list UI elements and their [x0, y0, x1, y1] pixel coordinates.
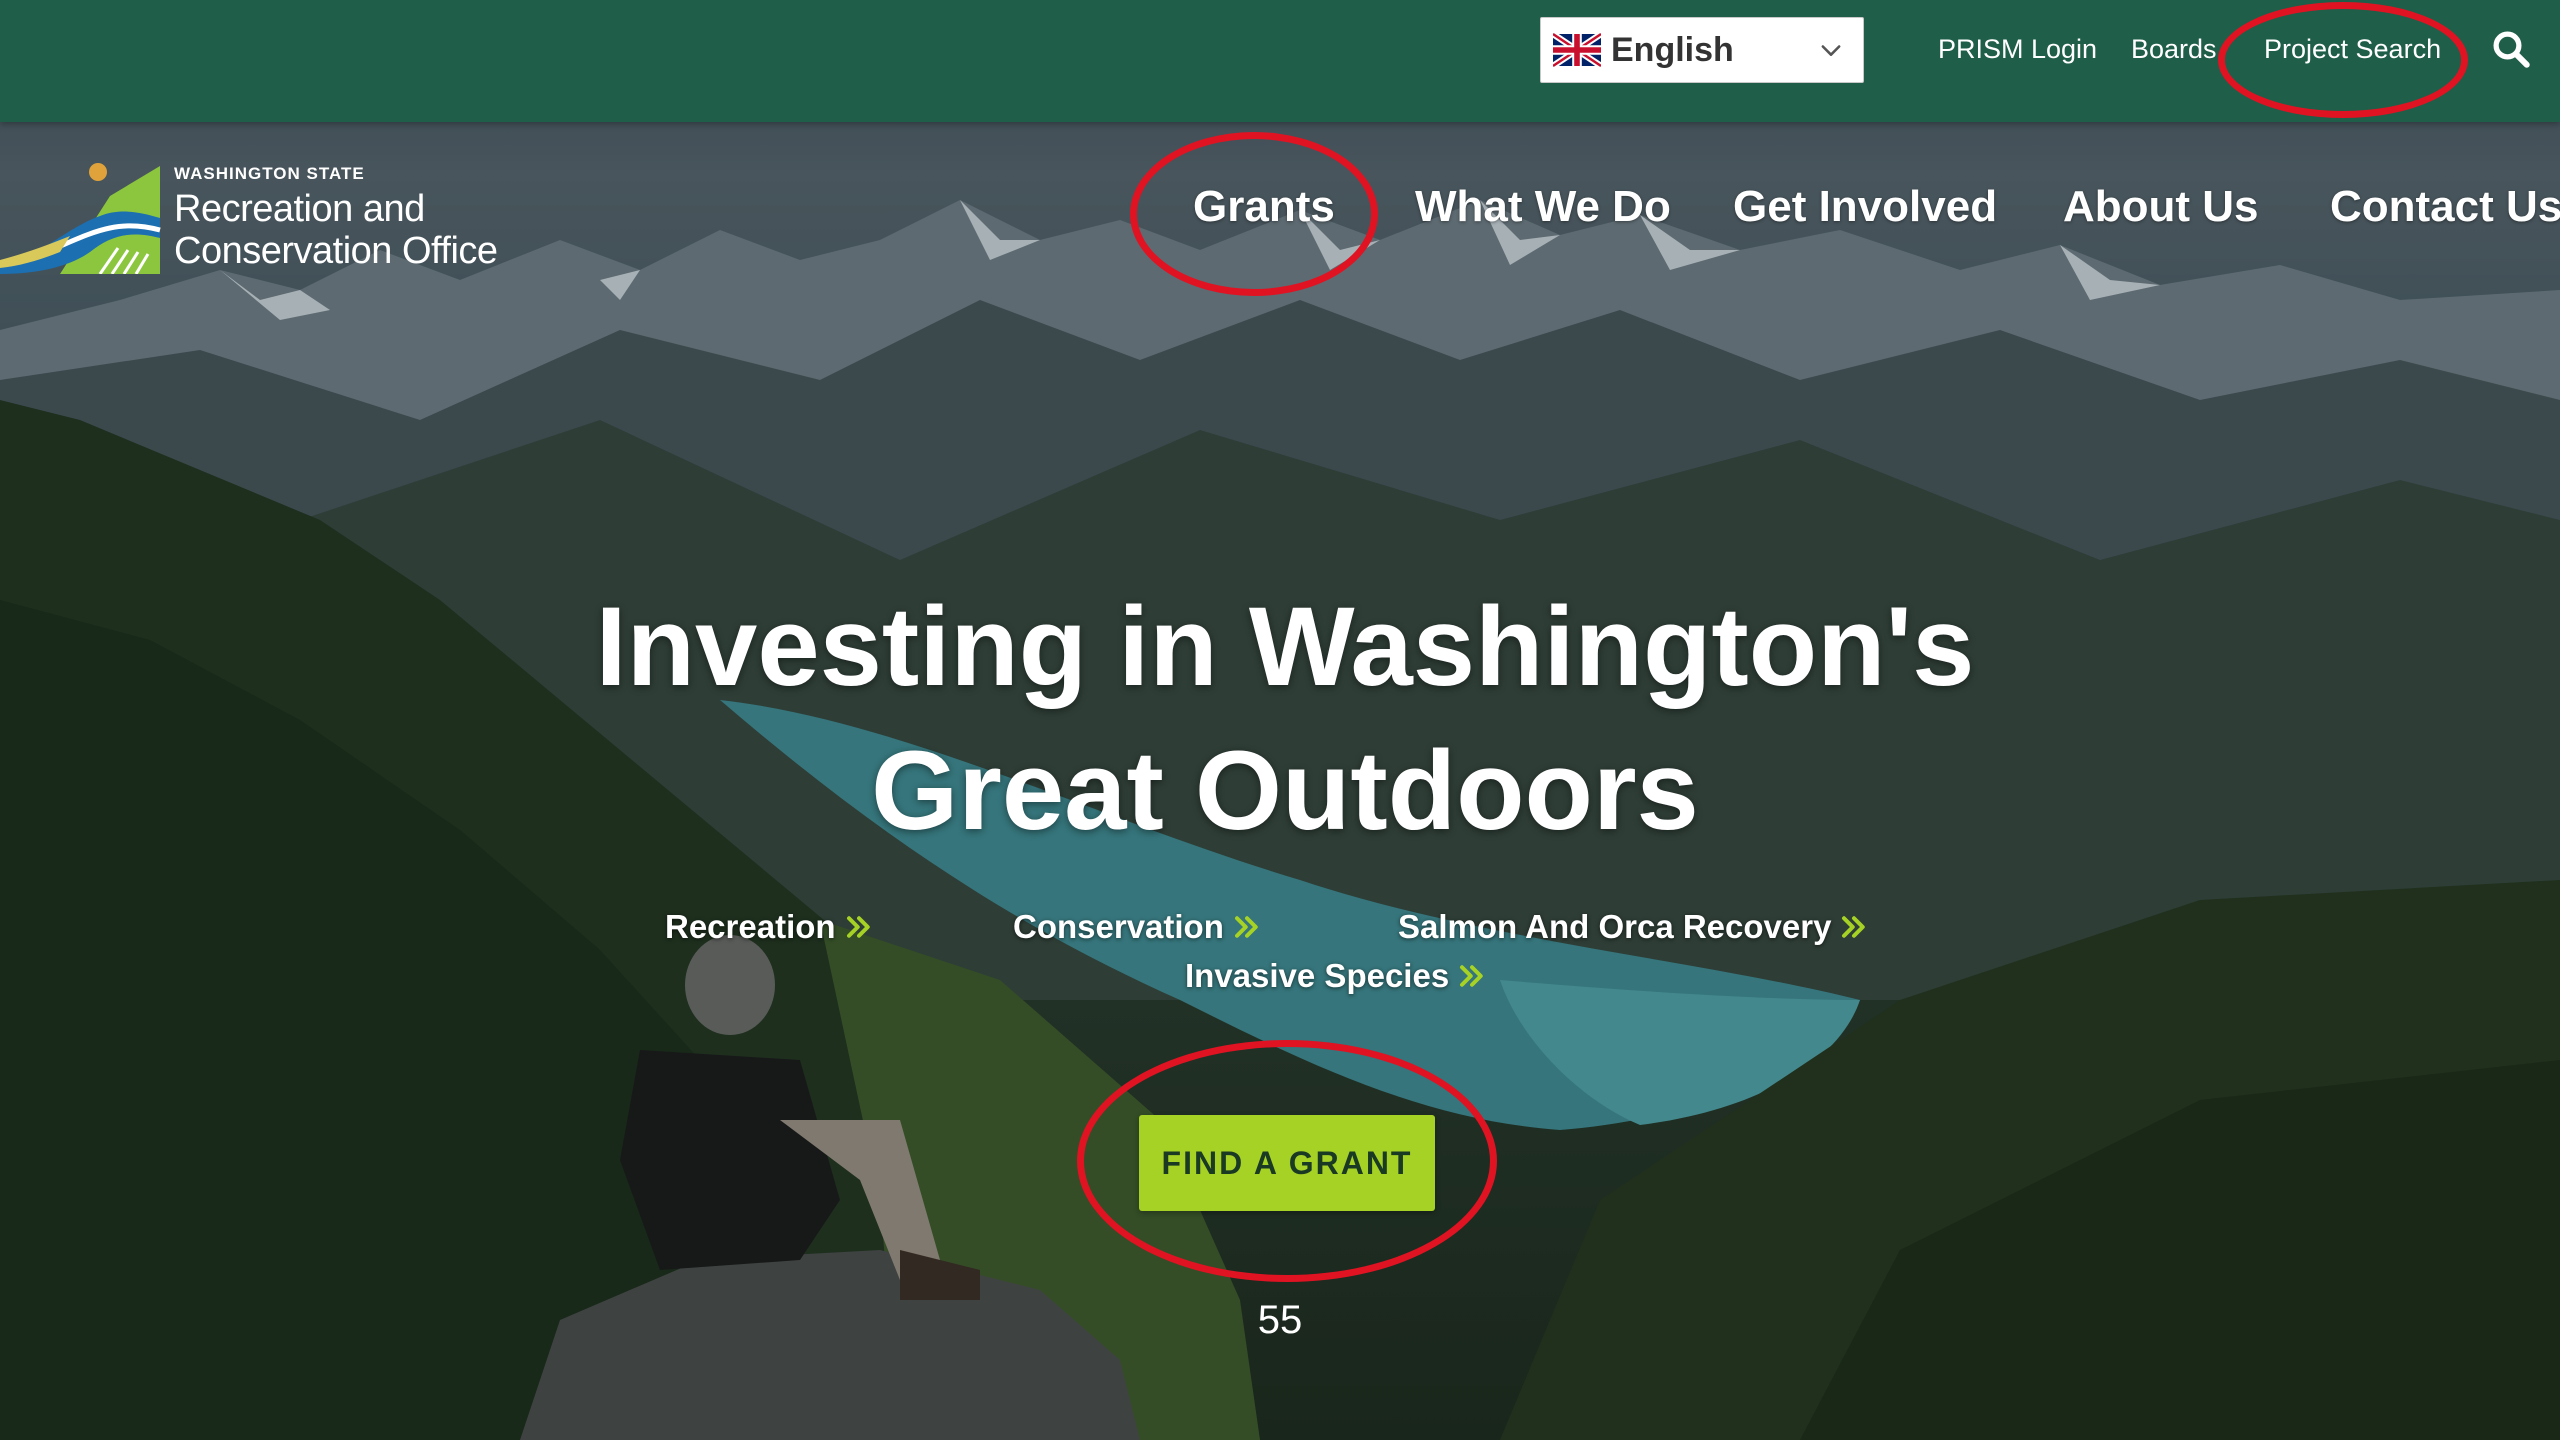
category-label: Invasive Species: [1185, 957, 1450, 994]
chevron-down-icon: [1821, 45, 1841, 56]
site-logo[interactable]: WASHINGTON STATE Recreation and Conserva…: [0, 150, 498, 280]
nav-item-get-involved[interactable]: Get Involved: [1733, 182, 1997, 232]
nav-item-contact-us[interactable]: Contact Us: [2330, 182, 2560, 232]
category-link-salmon-orca[interactable]: Salmon And Orca Recovery: [1398, 908, 1869, 946]
category-link-invasive-species[interactable]: Invasive Species: [1185, 957, 1487, 995]
nav-item-about-us[interactable]: About Us: [2063, 182, 2259, 232]
double-chevron-right-icon: [1460, 965, 1483, 987]
category-link-recreation[interactable]: Recreation: [665, 908, 874, 946]
logo-title-line2: Conservation Office: [174, 230, 498, 272]
page: English PRISM Login Boards Project Searc…: [0, 0, 2560, 1440]
prism-login-link[interactable]: PRISM Login: [1938, 34, 2097, 65]
double-chevron-right-icon: [1842, 916, 1866, 938]
boards-link[interactable]: Boards: [2131, 34, 2217, 65]
hero-title: Investing in Washington's Great Outdoors: [480, 575, 2090, 863]
hero-title-line1: Investing in Washington's: [595, 584, 1975, 709]
language-select-value: English: [1611, 30, 1734, 69]
logo-kicker: WASHINGTON STATE: [174, 164, 365, 183]
double-chevron-right-icon: [846, 916, 870, 938]
find-a-grant-button[interactable]: FIND A GRANT: [1139, 1115, 1435, 1211]
category-label: Recreation: [665, 908, 836, 945]
page-number: 55: [1257, 1298, 1303, 1342]
logo-title-line1: Recreation and: [174, 188, 425, 230]
search-icon[interactable]: [2490, 28, 2532, 70]
uk-flag-icon: [1553, 33, 1601, 67]
nav-item-what-we-do[interactable]: What We Do: [1415, 182, 1671, 232]
project-search-link[interactable]: Project Search: [2264, 34, 2441, 65]
nav-item-grants[interactable]: Grants: [1193, 182, 1335, 232]
category-label: Salmon And Orca Recovery: [1398, 908, 1832, 945]
double-chevron-right-icon: [1234, 916, 1258, 938]
rco-logo-mark: [0, 163, 161, 274]
hero-title-line2: Great Outdoors: [871, 728, 1699, 853]
category-link-conservation[interactable]: Conservation: [1013, 908, 1262, 946]
utility-bar: English PRISM Login Boards Project Searc…: [0, 0, 2560, 122]
category-label: Conservation: [1013, 908, 1224, 945]
language-select[interactable]: English: [1540, 17, 1864, 83]
